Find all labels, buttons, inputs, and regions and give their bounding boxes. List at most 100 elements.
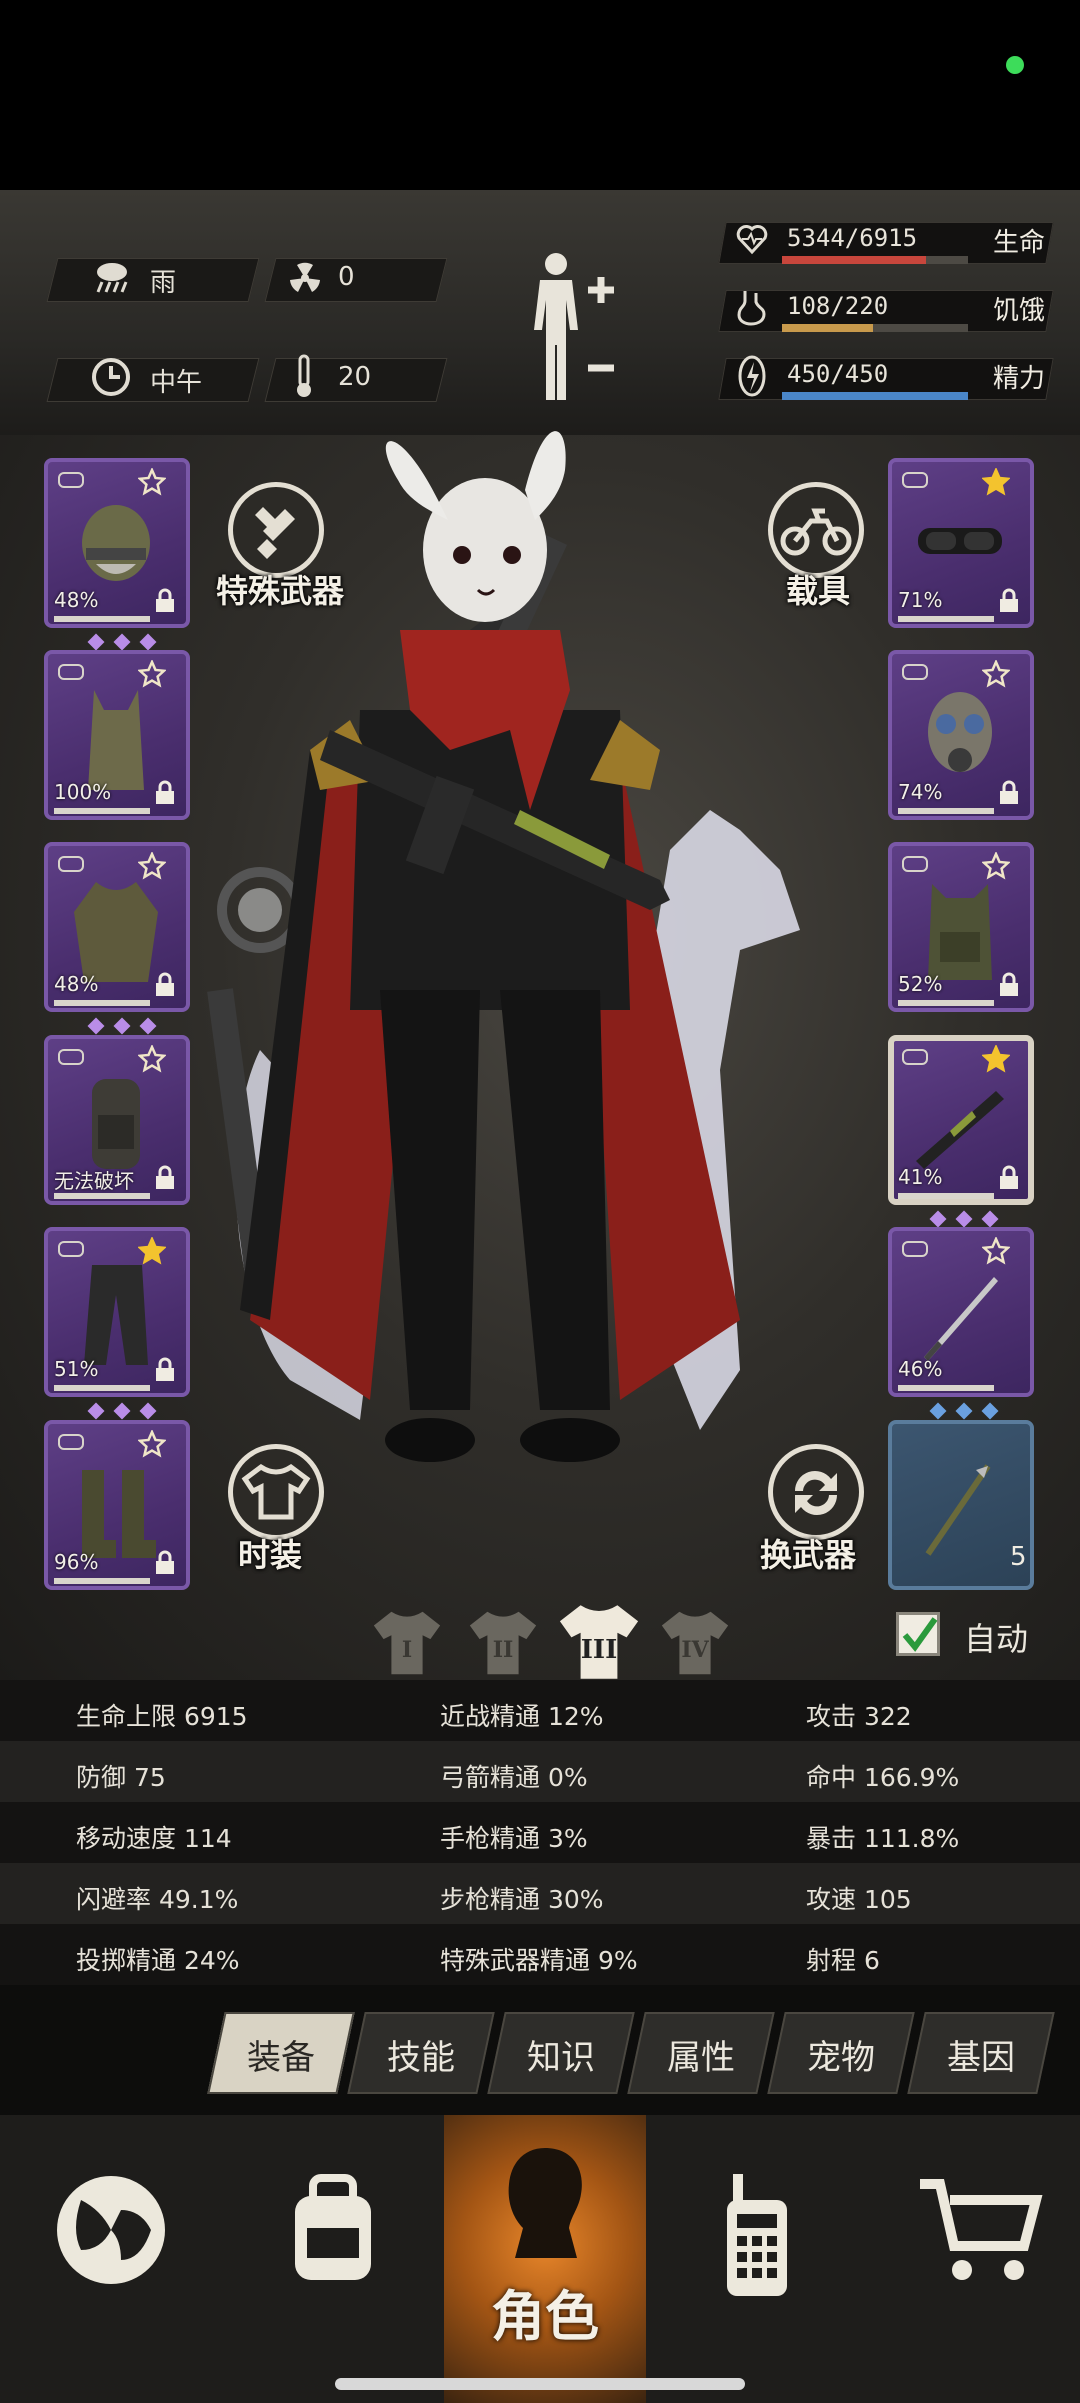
jacket-icon	[66, 872, 166, 988]
rifle-icon	[910, 1065, 1010, 1181]
durability-label: 96%	[54, 1550, 99, 1574]
energy-value: 450/450	[787, 360, 889, 388]
tab-label: 知识	[527, 2038, 595, 2078]
motorcycle-icon	[780, 508, 852, 556]
hp-value: 5344/6915	[787, 224, 918, 252]
swap-weapon-button[interactable]	[768, 1444, 864, 1540]
heart-icon	[735, 222, 769, 256]
radio-icon	[697, 2170, 817, 2304]
auto-checkbox[interactable]	[896, 1612, 940, 1656]
link-icon	[58, 1049, 84, 1065]
energy-bar-fill	[782, 392, 968, 400]
energy-icon	[737, 354, 767, 398]
outfit-button[interactable]	[228, 1444, 324, 1540]
link-icon	[902, 1049, 928, 1065]
arrow-icon	[910, 1450, 1010, 1566]
vehicle-button[interactable]	[768, 482, 864, 578]
stat-cell: 防御 75	[76, 1763, 166, 1792]
durability-bar	[54, 616, 150, 622]
lock-icon	[998, 780, 1020, 810]
backpack-icon	[273, 2170, 393, 2294]
durability-bar	[898, 616, 994, 622]
tab-label: 宠物	[807, 2038, 875, 2078]
lock-icon	[998, 1165, 1020, 1195]
armor-vest-icon	[910, 872, 1010, 988]
link-icon	[902, 664, 928, 680]
stat-cell: 暴击 111.8%	[806, 1824, 960, 1853]
link-icon	[58, 664, 84, 680]
tab-label: 技能	[387, 2038, 455, 2078]
lock-icon	[998, 972, 1020, 1002]
durability-label: 74%	[898, 780, 943, 804]
backpack-icon	[66, 1065, 166, 1181]
goggles-icon	[910, 488, 1010, 604]
thermometer-icon	[292, 352, 316, 400]
durability-bar	[898, 808, 994, 814]
outfit-label: 时装	[238, 1536, 303, 1574]
tab-label: 基因	[947, 2038, 1015, 2078]
durability-bar	[898, 1193, 994, 1199]
sword-icon	[910, 1257, 1010, 1373]
home-indicator	[335, 2378, 745, 2390]
time-label: 中午	[150, 368, 203, 398]
temperature-value: 20	[338, 362, 372, 392]
stat-cell: 射程 6	[806, 1946, 880, 1975]
lock-icon	[154, 588, 176, 618]
lock-icon	[154, 1165, 176, 1195]
durability-bar	[54, 1578, 150, 1584]
rain-cloud-icon	[92, 260, 132, 296]
swap-weapon-label: 换武器	[760, 1536, 857, 1574]
hunger-label: 饥饿	[993, 296, 1046, 326]
recording-indicator	[1006, 56, 1024, 74]
hp-label: 生命	[993, 228, 1046, 258]
lock-icon	[154, 780, 176, 810]
hunger-value: 108/220	[787, 292, 889, 320]
durability-label: 48%	[54, 972, 99, 996]
durability-label: 41%	[898, 1165, 943, 1189]
auto-label: 自动	[964, 1620, 1029, 1658]
hp-bar-fill	[782, 256, 926, 264]
stat-cell: 移动速度 114	[76, 1824, 232, 1853]
checkmark-icon	[902, 1617, 938, 1652]
globe-icon	[51, 2170, 171, 2294]
boots-icon	[66, 1450, 166, 1566]
durability-label: 71%	[898, 588, 943, 612]
swap-arrows-icon	[795, 1471, 837, 1515]
stat-cell: 攻击 322	[806, 1702, 912, 1731]
stat-cell: 手枪精通 3%	[440, 1824, 588, 1853]
stat-cell: 命中 166.9%	[806, 1763, 960, 1792]
stat-cell: 特殊武器精通 9%	[440, 1946, 638, 1975]
special-weapon-button[interactable]	[228, 482, 324, 578]
radiation-value: 0	[338, 262, 355, 292]
item-count: 5	[1010, 1542, 1027, 1572]
pants-icon	[66, 1257, 166, 1373]
lock-icon	[998, 588, 1020, 618]
link-icon	[58, 856, 84, 872]
durability-label: 52%	[898, 972, 943, 996]
stat-cell: 闪避率 49.1%	[76, 1885, 239, 1914]
energy-label: 精力	[993, 364, 1046, 394]
stat-cell: 生命上限 6915	[76, 1702, 248, 1731]
outfit-set-label: IV	[681, 1636, 709, 1663]
radiation-icon	[285, 258, 325, 298]
tshirt-icon	[241, 1463, 311, 1520]
durability-bar	[898, 1000, 994, 1006]
durability-bar	[898, 1385, 994, 1391]
stat-cell: 弓箭精通 0%	[440, 1763, 588, 1792]
lock-icon	[154, 972, 176, 1002]
gas-mask-icon	[910, 680, 1010, 796]
vest-icon	[66, 680, 166, 796]
clock-icon	[90, 356, 132, 398]
stat-cell: 步枪精通 30%	[440, 1885, 604, 1914]
stat-cell: 攻速 105	[806, 1885, 912, 1914]
cart-icon	[914, 2170, 1044, 2294]
stat-cell: 投掷精通 24%	[76, 1946, 240, 1975]
stomach-icon	[737, 288, 767, 326]
durability-label: 无法破坏	[54, 1169, 134, 1193]
body-status-button[interactable]	[520, 250, 630, 410]
outfit-set-label: III	[580, 1634, 618, 1665]
hunger-bar-fill	[782, 324, 873, 332]
weather-label: 雨	[150, 268, 177, 298]
vehicle-label: 载具	[786, 572, 851, 610]
link-icon	[58, 1434, 84, 1450]
